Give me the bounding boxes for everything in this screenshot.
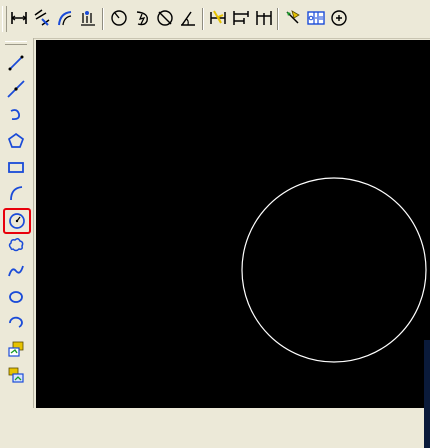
ellipse-icon xyxy=(9,291,23,303)
arc-length-dimension-icon xyxy=(58,11,72,26)
arc-icon xyxy=(10,186,23,201)
radius-dimension-icon xyxy=(111,10,127,26)
line-icon xyxy=(8,55,24,71)
baseline-dimension-icon xyxy=(233,11,249,25)
diameter-dimension-icon xyxy=(157,10,173,26)
baseline-dimension-button[interactable] xyxy=(230,7,252,29)
polyline-button[interactable] xyxy=(4,104,28,126)
insert-block-icon xyxy=(8,341,24,357)
ordinate-dimension-button[interactable] xyxy=(77,7,99,29)
ellipse-arc-button[interactable] xyxy=(4,312,28,334)
construction-line-button[interactable] xyxy=(4,78,28,100)
linear-dimension-button[interactable] xyxy=(8,7,30,29)
rectangle-button[interactable] xyxy=(4,156,28,178)
continue-dimension-button[interactable] xyxy=(253,7,275,29)
line-button[interactable] xyxy=(4,52,28,74)
angular-dimension-icon xyxy=(181,11,195,26)
spline-icon xyxy=(8,265,24,277)
spline-button[interactable] xyxy=(4,260,28,282)
toolbar-grip[interactable] xyxy=(2,6,7,32)
quick-leader-button[interactable] xyxy=(282,7,304,29)
aligned-dimension-icon xyxy=(34,9,50,26)
insert-block-button[interactable] xyxy=(4,338,28,360)
quick-dimension-icon xyxy=(210,10,226,24)
toolbar-separator xyxy=(277,8,279,30)
quick-leader-icon xyxy=(286,10,300,24)
diameter-dimension-button[interactable] xyxy=(154,7,176,29)
make-block-icon xyxy=(8,367,24,383)
polyline-icon xyxy=(10,109,21,121)
drawn-circle[interactable] xyxy=(241,177,427,363)
toolbar-separator xyxy=(102,8,104,30)
quick-dimension-button[interactable] xyxy=(207,7,229,29)
drawing-area[interactable] xyxy=(36,40,430,448)
dimension-toolbar xyxy=(0,0,430,39)
revision-cloud-icon xyxy=(8,237,24,252)
linear-dimension-icon xyxy=(11,12,27,24)
circle-icon xyxy=(9,213,25,229)
rectangle-icon xyxy=(8,162,24,173)
ellipse-arc-icon xyxy=(9,316,23,328)
arc-button[interactable] xyxy=(4,182,28,204)
draw-toolbar xyxy=(0,38,34,408)
center-mark-button[interactable] xyxy=(328,7,350,29)
revision-cloud-button[interactable] xyxy=(4,234,28,256)
drawing-canvas xyxy=(241,177,427,363)
ordinate-dimension-icon xyxy=(81,11,95,26)
toolbar-grip[interactable] xyxy=(5,41,27,45)
construction-line-icon xyxy=(7,80,25,98)
continue-dimension-icon xyxy=(256,11,272,25)
radius-dimension-button[interactable] xyxy=(108,7,130,29)
arc-length-dimension-button[interactable] xyxy=(54,7,76,29)
make-block-button[interactable] xyxy=(4,364,28,386)
aligned-dimension-button[interactable] xyxy=(31,7,53,29)
ellipse-button[interactable] xyxy=(4,286,28,308)
polygon-button[interactable] xyxy=(4,130,28,152)
angular-dimension-button[interactable] xyxy=(177,7,199,29)
canvas-edge xyxy=(424,340,430,448)
tolerance-icon xyxy=(307,11,325,25)
polygon-icon xyxy=(7,132,25,148)
jogged-dimension-button[interactable] xyxy=(131,7,153,29)
toolbar-separator xyxy=(202,8,204,30)
jogged-dimension-icon xyxy=(136,11,148,26)
circle-button[interactable] xyxy=(3,208,31,234)
tolerance-button[interactable] xyxy=(305,7,327,29)
center-mark-icon xyxy=(331,10,347,26)
